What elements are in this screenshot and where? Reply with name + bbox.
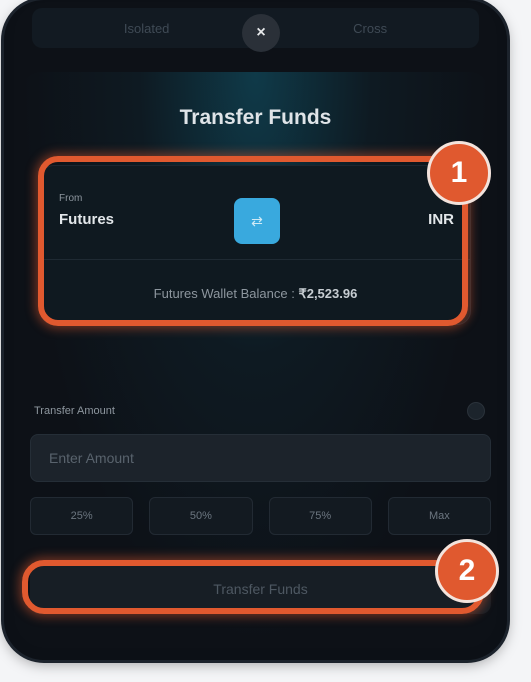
close-icon: × bbox=[256, 24, 266, 41]
tab-cross[interactable]: Cross bbox=[353, 21, 387, 36]
transfer-amount-label: Transfer Amount bbox=[34, 405, 115, 417]
pct-25-button[interactable]: 25% bbox=[30, 497, 134, 535]
highlight-box-2 bbox=[22, 560, 484, 614]
highlight-box-1 bbox=[38, 156, 468, 326]
percentage-buttons: 25% 50% 75% Max bbox=[30, 497, 491, 535]
pct-50-button[interactable]: 50% bbox=[149, 497, 253, 535]
pct-75-button[interactable]: 75% bbox=[268, 497, 372, 535]
step-badge-1: 1 bbox=[427, 141, 491, 205]
info-icon[interactable] bbox=[467, 402, 485, 420]
pct-max-button[interactable]: Max bbox=[387, 497, 491, 535]
sheet-title: Transfer Funds bbox=[179, 106, 332, 129]
tab-isolated[interactable]: Isolated bbox=[124, 21, 170, 36]
amount-input[interactable] bbox=[30, 434, 491, 482]
step-badge-2: 2 bbox=[435, 539, 499, 603]
close-button[interactable]: × bbox=[242, 14, 280, 52]
